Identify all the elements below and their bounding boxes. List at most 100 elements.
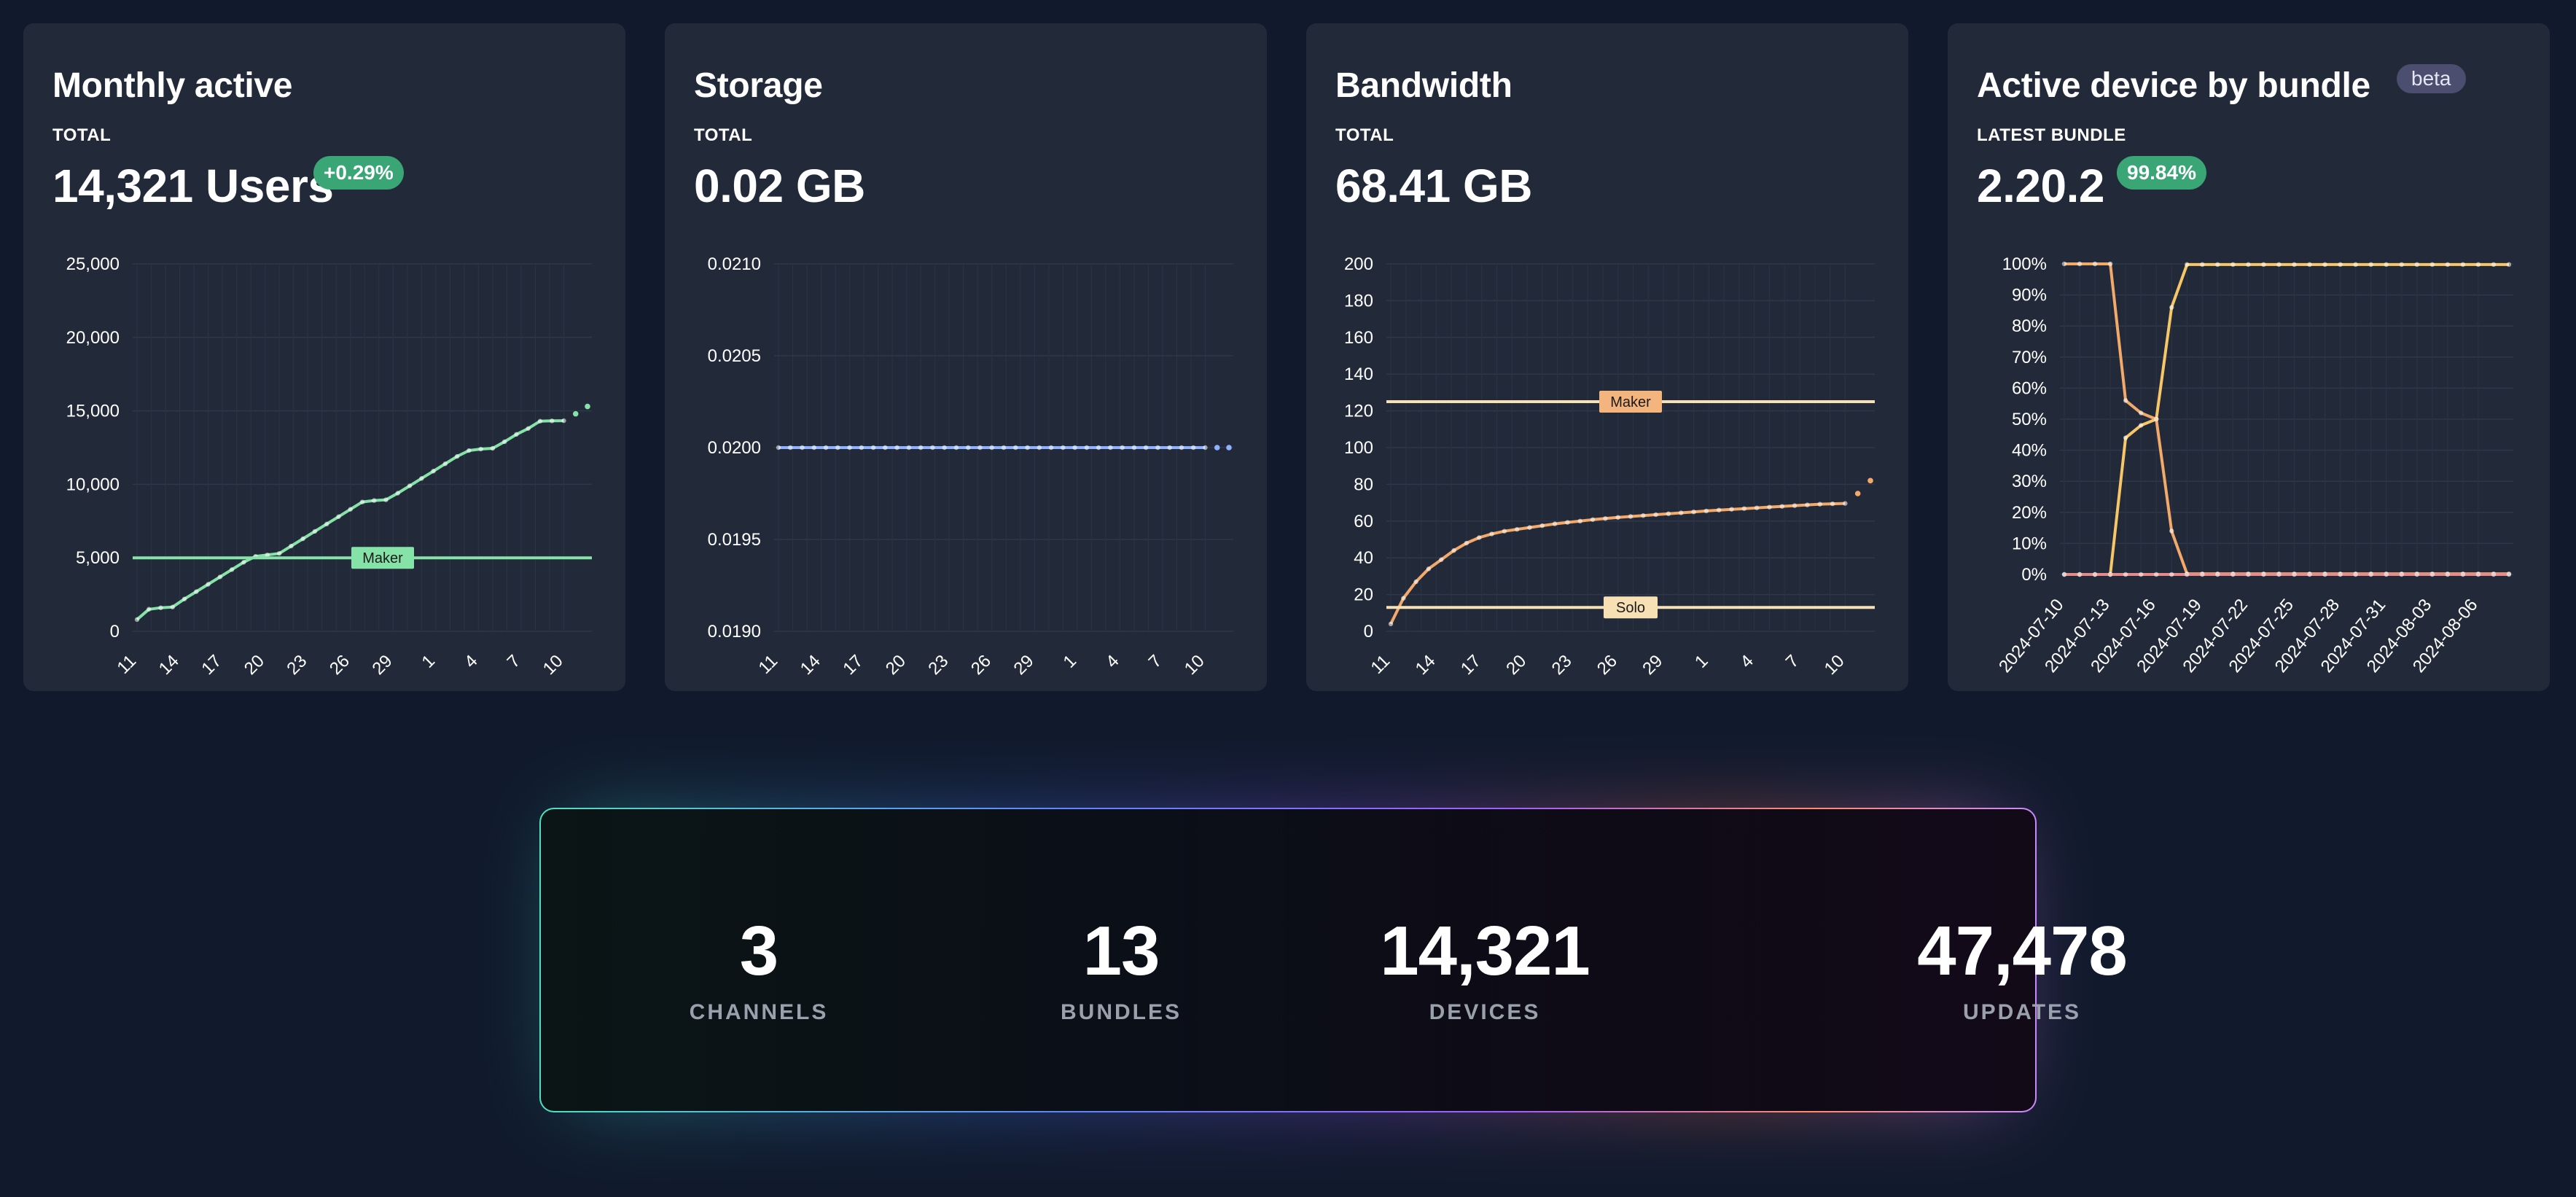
data-point xyxy=(906,445,912,451)
x-tick-label: 14 xyxy=(1412,651,1440,679)
data-point xyxy=(2368,572,2373,577)
mau-title: Monthly active xyxy=(52,66,293,105)
data-point xyxy=(2185,572,2190,577)
stat-updates-label: UPDATES xyxy=(1962,1000,2082,1024)
data-point xyxy=(2154,416,2159,422)
y-tick-label: 10,000 xyxy=(66,475,120,494)
data-point xyxy=(1729,507,1734,512)
storage-card: 0.0190 0.0195 0.0200 0.0205 0.0210 11 14 17 20 23… xyxy=(665,23,1267,691)
stat-devices-label: DEVICES xyxy=(1429,1000,1541,1024)
data-point xyxy=(1717,507,1722,512)
stat-bundles-label: BUNDLES xyxy=(1060,1000,1182,1024)
data-point xyxy=(2506,572,2512,577)
x-tick-label: 4 xyxy=(461,651,482,672)
data-point xyxy=(348,507,353,512)
data-point xyxy=(431,469,436,474)
x-tick-label: 4 xyxy=(1736,651,1757,672)
x-tick-label: 10 xyxy=(539,651,567,679)
data-point xyxy=(2399,262,2404,268)
y-tick-label: 10% xyxy=(2012,534,2047,553)
x-tick-label: 11 xyxy=(114,651,141,678)
data-point xyxy=(537,418,543,424)
data-point xyxy=(1666,511,1671,516)
data-point xyxy=(2061,261,2067,267)
data-point xyxy=(1628,514,1634,519)
y-tick-label: 160 xyxy=(1344,328,1373,348)
x-tick-label: 23 xyxy=(1548,651,1576,679)
data-point xyxy=(1830,501,1835,507)
data-point xyxy=(2475,572,2481,577)
x-tick-label: 20 xyxy=(882,651,910,679)
data-point xyxy=(1451,547,1456,553)
data-point xyxy=(2429,262,2435,268)
data-point xyxy=(2107,572,2113,577)
data-point xyxy=(1603,516,1608,521)
x-tick-label: 20 xyxy=(241,651,268,679)
data-point xyxy=(229,567,235,572)
x-tick-label: 17 xyxy=(198,651,225,679)
data-point xyxy=(1037,445,1042,451)
devices-card: 0% 10% 20% 30% 40% 50% 60% 70% 80% 90% 100% 2024-07… xyxy=(1948,23,2550,691)
y-tick-label: 80 xyxy=(1354,475,1373,494)
data-point xyxy=(1477,535,1482,540)
data-point xyxy=(2475,262,2481,268)
x-tick-label: 4 xyxy=(1102,651,1123,672)
data-point xyxy=(1426,566,1432,572)
data-point xyxy=(2123,435,2128,440)
x-tick-label: 17 xyxy=(1457,651,1485,679)
data-point xyxy=(2246,572,2251,577)
x-tick-label: 26 xyxy=(967,651,995,679)
mau-chart: 05,00010,00015,00020,00025,00011 14 17 20 23… xyxy=(66,254,592,679)
data-point xyxy=(1754,505,1760,510)
stat-bundles[interactable]: 13 BUNDLES xyxy=(939,809,1303,1111)
bandwidth-title: Bandwidth xyxy=(1335,66,1513,105)
data-point xyxy=(2338,262,2343,268)
x-tick-label: 23 xyxy=(283,651,311,679)
data-point xyxy=(1025,445,1030,451)
data-point xyxy=(2414,262,2419,268)
data-point xyxy=(977,445,983,451)
data-point xyxy=(2491,262,2497,268)
data-point xyxy=(182,596,187,601)
data-point xyxy=(147,607,152,612)
data-point xyxy=(2230,572,2236,577)
x-tick-label: 7 xyxy=(504,651,525,672)
x-tick-label: 29 xyxy=(1010,651,1038,679)
y-tick-label: 70% xyxy=(2012,348,2047,367)
data-point xyxy=(2123,398,2128,403)
x-tick-label: 17 xyxy=(839,651,867,679)
y-tick-label: 0.0190 xyxy=(708,622,761,642)
y-tick-label: 80% xyxy=(2012,316,2047,336)
stat-devices[interactable]: 14,321 DEVICES xyxy=(1303,809,1667,1111)
x-tick-label: 11 xyxy=(755,651,782,678)
x-tick-label: 23 xyxy=(924,651,952,679)
x-tick-label: 26 xyxy=(1593,651,1621,679)
y-tick-label: 100 xyxy=(1344,438,1373,458)
y-tick-label: 20 xyxy=(1354,585,1373,605)
data-point xyxy=(241,560,246,565)
stat-channels[interactable]: 3 CHANNELS xyxy=(577,809,941,1111)
data-point xyxy=(1203,445,1208,451)
stat-updates[interactable]: 47,478 UPDATES xyxy=(1840,809,2204,1111)
data-point xyxy=(2200,262,2205,268)
data-point xyxy=(1179,445,1184,451)
x-tick-label: 29 xyxy=(369,651,397,679)
mau-card: 0 5,000 10,000 15,000 20,000 25,000 11 14 17 20 23… xyxy=(23,23,625,691)
data-point xyxy=(1167,445,1172,451)
data-point xyxy=(490,445,496,451)
threshold-label: Maker xyxy=(362,550,403,566)
data-point xyxy=(1854,491,1861,496)
y-tick-label: 0.0205 xyxy=(708,346,761,366)
data-point xyxy=(2322,262,2327,268)
y-tick-label: 60% xyxy=(2012,378,2047,398)
devices-chart: 0%10%20%30%40%50%60%70%80%90%100%2024-07… xyxy=(1995,254,2513,677)
data-point xyxy=(2384,572,2389,577)
data-point xyxy=(859,445,864,451)
data-point xyxy=(526,426,531,431)
devices-delta-badge: 99.84% xyxy=(2117,156,2206,190)
stat-devices-value: 14,321 xyxy=(1380,912,1591,990)
data-point xyxy=(2384,262,2389,268)
data-point xyxy=(2322,572,2327,577)
data-point xyxy=(2246,262,2251,268)
data-point xyxy=(1779,504,1784,509)
